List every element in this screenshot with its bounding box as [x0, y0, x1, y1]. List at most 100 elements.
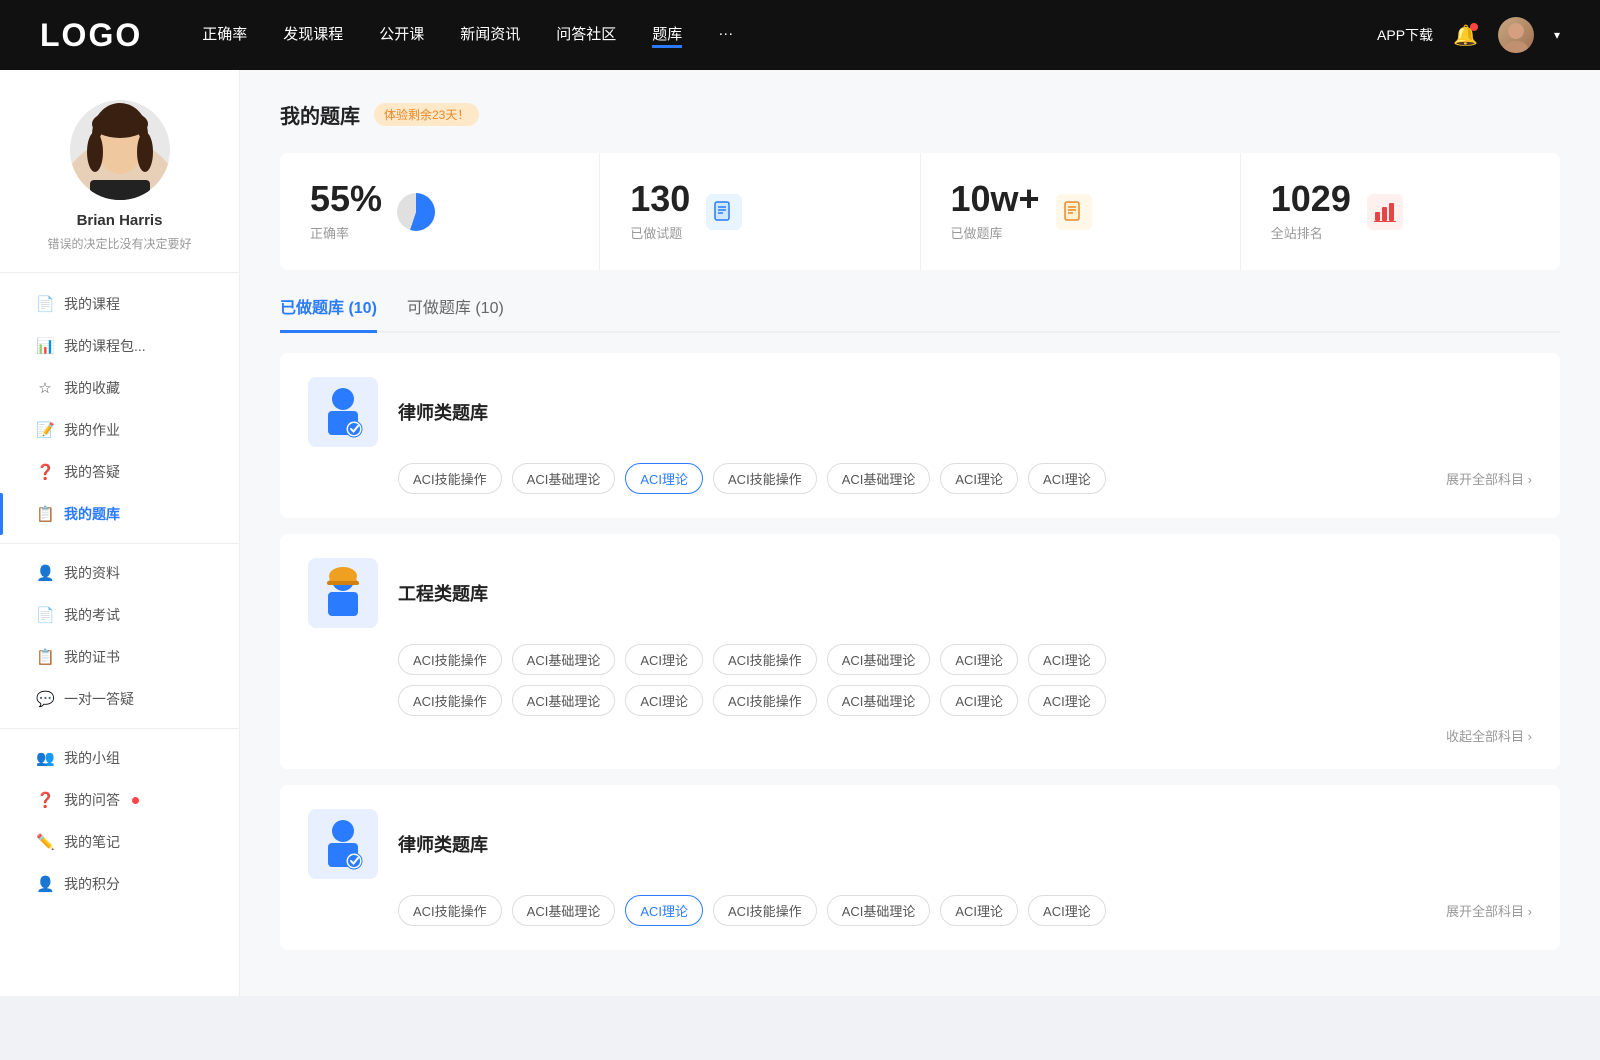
stats-row: 55% 正确率 130 已做试题 — [280, 153, 1560, 270]
tag[interactable]: ACI技能操作 — [398, 895, 502, 926]
tag[interactable]: ACI理论 — [625, 644, 703, 675]
tag[interactable]: ACI基础理论 — [827, 685, 931, 716]
tag[interactable]: ACI技能操作 — [713, 895, 817, 926]
nav-links: 正确率 发现课程 公开课 新闻资讯 问答社区 题库 ··· — [202, 23, 1377, 48]
tag[interactable]: ACI技能操作 — [713, 644, 817, 675]
qbank-card-1-title: 律师类题库 — [398, 399, 488, 425]
stat-done-banks: 10w+ 已做题库 — [921, 153, 1241, 270]
nav-opencourse[interactable]: 公开课 — [379, 23, 424, 48]
pie-chart-icon — [397, 193, 435, 231]
collapse-link-2[interactable]: 收起全部科目 › — [308, 726, 1532, 745]
sidebar-item-my-notes[interactable]: ✏️ 我的笔记 — [0, 821, 239, 863]
main-content: 我的题库 体验剩余23天！ 55% 正确率 130 已做试题 — [240, 70, 1600, 996]
nav-discover[interactable]: 发现课程 — [283, 23, 343, 48]
sidebar-item-my-qa[interactable]: ❓ 我的答疑 — [0, 451, 239, 493]
sidebar-divider-1 — [0, 543, 239, 544]
tag[interactable]: ACI技能操作 — [713, 463, 817, 494]
tag[interactable]: ACI理论 — [625, 685, 703, 716]
done-questions-label: 已做试题 — [630, 223, 690, 242]
sidebar-item-label: 我的资料 — [64, 563, 120, 583]
sidebar-item-my-homework[interactable]: 📝 我的作业 — [0, 409, 239, 451]
qbank-card-1-tags: ACI技能操作 ACI基础理论 ACI理论 ACI技能操作 ACI基础理论 AC… — [308, 463, 1532, 494]
points-icon: 👤 — [36, 875, 54, 893]
qbank-card-2-title: 工程类题库 — [398, 580, 488, 606]
expand-link-3[interactable]: 展开全部科目 › — [1446, 901, 1532, 920]
sidebar-item-my-favorite[interactable]: ☆ 我的收藏 — [0, 367, 239, 409]
document-blue-icon — [706, 194, 742, 230]
tag[interactable]: ACI技能操作 — [398, 644, 502, 675]
tag[interactable]: ACI理论 — [1028, 463, 1106, 494]
done-banks-value: 10w+ — [951, 181, 1040, 217]
sidebar-item-my-group[interactable]: 👥 我的小组 — [0, 737, 239, 779]
tag[interactable]: ACI基础理论 — [827, 895, 931, 926]
tab-available[interactable]: 可做题库 (10) — [407, 294, 504, 331]
nav-qa[interactable]: 问答社区 — [556, 23, 616, 48]
tag-active[interactable]: ACI理论 — [625, 895, 703, 926]
avatar[interactable] — [1498, 17, 1534, 53]
sidebar-item-label: 我的考试 — [64, 605, 120, 625]
qbank-card-1-header: 律师类题库 — [308, 377, 1532, 447]
tabs: 已做题库 (10) 可做题库 (10) — [280, 294, 1560, 333]
sidebar-item-label: 我的小组 — [64, 748, 120, 768]
tag[interactable]: ACI理论 — [940, 895, 1018, 926]
tag[interactable]: ACI理论 — [940, 685, 1018, 716]
stat-accuracy-content: 55% 正确率 — [310, 181, 382, 242]
nav-news[interactable]: 新闻资讯 — [460, 23, 520, 48]
notification-bell-icon[interactable]: 🔔 — [1453, 23, 1478, 48]
question-icon: ❓ — [36, 791, 54, 809]
sidebar-username: Brian Harris — [77, 212, 163, 229]
qa-icon: ❓ — [36, 463, 54, 481]
sidebar-item-my-package[interactable]: 📊 我的课程包... — [0, 325, 239, 367]
package-icon: 📊 — [36, 337, 54, 355]
document-orange-icon — [1056, 194, 1092, 230]
tag[interactable]: ACI基础理论 — [512, 895, 616, 926]
tag-active[interactable]: ACI理论 — [625, 463, 703, 494]
trial-badge: 体验剩余23天！ — [374, 103, 479, 126]
tag[interactable]: ACI理论 — [940, 644, 1018, 675]
sidebar-item-my-points[interactable]: 👤 我的积分 — [0, 863, 239, 905]
qbank-card-2-tags-row1: ACI技能操作 ACI基础理论 ACI理论 ACI技能操作 ACI基础理论 AC… — [308, 644, 1532, 675]
cert-icon: 📋 — [36, 648, 54, 666]
tags-flex-3: ACI技能操作 ACI基础理论 ACI理论 ACI技能操作 ACI基础理论 AC… — [398, 895, 1446, 926]
qbank-icon: 📋 — [36, 505, 54, 523]
tag[interactable]: ACI理论 — [1028, 685, 1106, 716]
sidebar-item-my-course[interactable]: 📄 我的课程 — [0, 283, 239, 325]
accuracy-icon — [396, 192, 436, 232]
sidebar-item-label: 我的答疑 — [64, 462, 120, 482]
sidebar-item-my-qbank[interactable]: 📋 我的题库 — [0, 493, 239, 535]
nav-home[interactable]: 正确率 — [202, 23, 247, 48]
tag[interactable]: ACI基础理论 — [827, 644, 931, 675]
nav-more[interactable]: ··· — [718, 25, 733, 46]
qbank-card-3-icon — [308, 809, 378, 879]
tag[interactable]: ACI基础理论 — [512, 644, 616, 675]
tag[interactable]: ACI理论 — [1028, 644, 1106, 675]
favorite-icon: ☆ — [36, 379, 54, 397]
chat-icon: 💬 — [36, 690, 54, 708]
tag[interactable]: ACI技能操作 — [398, 463, 502, 494]
tab-done[interactable]: 已做题库 (10) — [280, 294, 377, 333]
sidebar-item-my-exam[interactable]: 📄 我的考试 — [0, 594, 239, 636]
sidebar-item-label: 一对一答疑 — [64, 689, 134, 709]
user-dropdown-icon[interactable]: ▾ — [1554, 28, 1560, 42]
sidebar-item-my-profile[interactable]: 👤 我的资料 — [0, 552, 239, 594]
sidebar-item-label: 我的作业 — [64, 420, 120, 440]
rank-icon — [1365, 192, 1405, 232]
sidebar-item-one-on-one[interactable]: 💬 一对一答疑 — [0, 678, 239, 720]
tag[interactable]: ACI基础理论 — [512, 463, 616, 494]
tag[interactable]: ACI基础理论 — [512, 685, 616, 716]
tag[interactable]: ACI理论 — [1028, 895, 1106, 926]
expand-link-1[interactable]: 展开全部科目 › — [1446, 469, 1532, 488]
sidebar: Brian Harris 错误的决定比没有决定要好 📄 我的课程 📊 我的课程包… — [0, 70, 240, 996]
page-header: 我的题库 体验剩余23天！ — [280, 100, 1560, 129]
qbank-card-2-icon — [308, 558, 378, 628]
nav-qbank[interactable]: 题库 — [652, 23, 682, 48]
tag[interactable]: ACI基础理论 — [827, 463, 931, 494]
tag[interactable]: ACI技能操作 — [713, 685, 817, 716]
qbank-card-3: 律师类题库 ACI技能操作 ACI基础理论 ACI理论 ACI技能操作 ACI基… — [280, 785, 1560, 950]
sidebar-item-my-cert[interactable]: 📋 我的证书 — [0, 636, 239, 678]
tag[interactable]: ACI技能操作 — [398, 685, 502, 716]
tag[interactable]: ACI理论 — [940, 463, 1018, 494]
sidebar-item-my-questions[interactable]: ❓ 我的问答 — [0, 779, 239, 821]
app-download-button[interactable]: APP下载 — [1377, 25, 1433, 45]
course-icon: 📄 — [36, 295, 54, 313]
